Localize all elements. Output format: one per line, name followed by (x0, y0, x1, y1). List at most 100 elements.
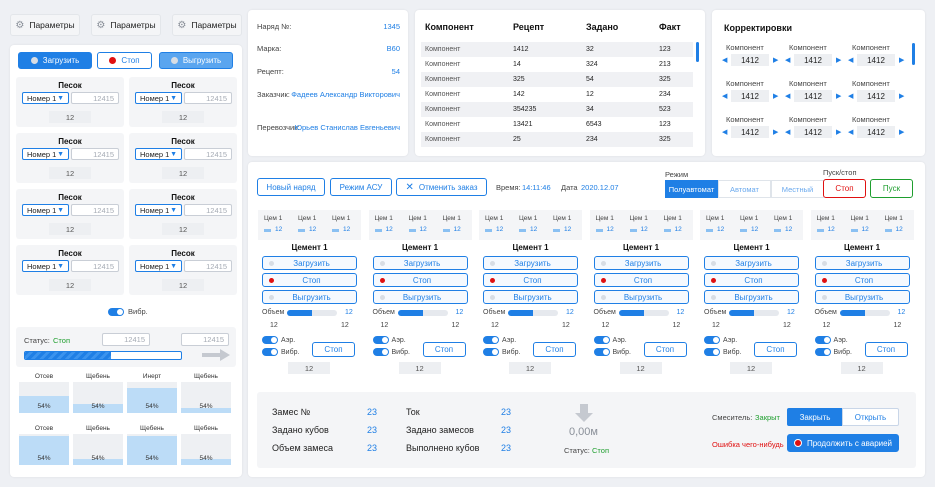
cement-stop-small-button[interactable]: Стоп (422, 342, 466, 357)
cement-stop-button[interactable]: Стоп (372, 273, 468, 287)
status-input-1[interactable]: 12415 (102, 333, 150, 346)
chevron-left-icon[interactable]: ◀ (722, 92, 727, 100)
cement-load-button[interactable]: Загрузить (262, 256, 357, 270)
unload-button[interactable]: Выгрузить (159, 52, 233, 69)
cement-aer-toggle-row[interactable]: Аэр. (593, 336, 627, 344)
toggle-switch[interactable] (593, 348, 610, 356)
components-scrollbar[interactable] (696, 42, 699, 62)
cement-unload-button[interactable]: Выгрузить (593, 290, 689, 304)
vibr-toggle-row[interactable]: Вибр. (108, 307, 148, 316)
correction-value[interactable]: 1412 (794, 54, 832, 66)
cement-load-button[interactable]: Загрузить (814, 256, 910, 270)
bunker-select[interactable]: Номер 1 ▼ (22, 204, 69, 216)
bunker-input[interactable]: 12415 (71, 148, 119, 160)
chevron-left-icon[interactable]: ◀ (848, 56, 853, 64)
cement-stop-small-button[interactable]: Стоп (533, 342, 576, 357)
cement-load-button[interactable]: Загрузить (483, 256, 578, 270)
toggle-switch[interactable] (483, 348, 499, 356)
cement-vibr-toggle-row[interactable]: Вибр. (704, 348, 741, 356)
cement-aer-toggle-row[interactable]: Аэр. (483, 336, 516, 344)
cement-vibr-toggle-row[interactable]: Вибр. (262, 348, 299, 356)
cement-stop-button[interactable]: Стоп (814, 273, 910, 287)
chevron-right-icon[interactable]: ▶ (836, 128, 841, 136)
table-row[interactable]: Компонент 25 234 325 (421, 132, 693, 147)
cement-unload-button[interactable]: Выгрузить (262, 290, 357, 304)
correction-value[interactable]: 1412 (857, 90, 895, 102)
cement-stop-small-button[interactable]: Стоп (864, 342, 908, 357)
bunker-input[interactable]: 12415 (184, 260, 232, 272)
bunker-input[interactable]: 12415 (184, 204, 232, 216)
load-button[interactable]: Загрузить (18, 52, 92, 69)
corrections-scrollbar[interactable] (912, 43, 915, 65)
asu-mode-button[interactable]: Режим АСУ (330, 178, 392, 196)
toggle-switch[interactable] (262, 348, 278, 356)
cement-vibr-toggle-row[interactable]: Вибр. (593, 348, 631, 356)
table-row[interactable]: Компонент 142 12 234 (421, 87, 693, 102)
cement-stop-small-button[interactable]: Стоп (312, 342, 355, 357)
table-row[interactable]: Компонент 14 324 213 (421, 57, 693, 72)
toggle-switch[interactable] (704, 348, 720, 356)
toggle-switch[interactable] (814, 348, 831, 356)
chevron-left-icon[interactable]: ◀ (848, 92, 853, 100)
cement-stop-small-button[interactable]: Стоп (754, 342, 797, 357)
mixer-open-button[interactable]: Открыть (842, 408, 899, 426)
correction-value[interactable]: 1412 (794, 90, 832, 102)
chevron-left-icon[interactable]: ◀ (722, 128, 727, 136)
new-order-button[interactable]: Новый наряд (257, 178, 325, 196)
chevron-right-icon[interactable]: ▶ (899, 56, 904, 64)
chevron-left-icon[interactable]: ◀ (785, 56, 790, 64)
stop-main-button[interactable]: Стоп (823, 179, 866, 198)
vibr-toggle[interactable] (108, 307, 124, 316)
toggle-switch[interactable] (814, 336, 831, 344)
status-input-2[interactable]: 12415 (181, 333, 229, 346)
cement-aer-toggle-row[interactable]: Аэр. (262, 336, 295, 344)
cement-unload-button[interactable]: Выгрузить (372, 290, 468, 304)
correction-value[interactable]: 1412 (857, 126, 895, 138)
toggle-switch[interactable] (483, 336, 499, 344)
bunker-select[interactable]: Номер 1 ▼ (135, 204, 182, 216)
cement-stop-button[interactable]: Стоп (704, 273, 799, 287)
mode-option[interactable]: Местный (771, 180, 824, 198)
chevron-right-icon[interactable]: ▶ (899, 92, 904, 100)
mode-option[interactable]: Автомат (718, 180, 771, 198)
start-main-button[interactable]: Пуск (870, 179, 913, 198)
bunker-select[interactable]: Номер 1 ▼ (22, 92, 69, 104)
cement-load-button[interactable]: Загрузить (593, 256, 689, 270)
cement-vibr-toggle-row[interactable]: Вибр. (814, 348, 852, 356)
chevron-right-icon[interactable]: ▶ (773, 56, 778, 64)
cement-aer-toggle-row[interactable]: Аэр. (704, 336, 737, 344)
chevron-left-icon[interactable]: ◀ (785, 92, 790, 100)
cement-load-button[interactable]: Загрузить (372, 256, 468, 270)
bunker-select[interactable]: Номер 1 ▼ (22, 260, 69, 272)
bunker-input[interactable]: 12415 (71, 260, 119, 272)
toggle-switch[interactable] (593, 336, 610, 344)
cement-stop-button[interactable]: Стоп (593, 273, 689, 287)
bunker-input[interactable]: 12415 (71, 92, 119, 104)
params-tab[interactable]: ⚙ Параметры (10, 14, 80, 36)
mixer-close-button[interactable]: Закрыть (787, 408, 843, 426)
cement-aer-toggle-row[interactable]: Аэр. (372, 336, 406, 344)
correction-value[interactable]: 1412 (857, 54, 895, 66)
correction-value[interactable]: 1412 (794, 126, 832, 138)
bunker-input[interactable]: 12415 (184, 92, 232, 104)
toggle-switch[interactable] (262, 336, 278, 344)
correction-value[interactable]: 1412 (731, 126, 769, 138)
cement-unload-button[interactable]: Выгрузить (704, 290, 799, 304)
chevron-right-icon[interactable]: ▶ (836, 56, 841, 64)
continue-with-fault-button[interactable]: Продолжить с аварией (787, 434, 899, 452)
chevron-right-icon[interactable]: ▶ (836, 92, 841, 100)
correction-value[interactable]: 1412 (731, 90, 769, 102)
cement-vibr-toggle-row[interactable]: Вибр. (483, 348, 520, 356)
table-row[interactable]: Компонент 1412 32 123 (421, 42, 693, 57)
table-row[interactable]: Компонент 325 54 325 (421, 72, 693, 87)
params-tab[interactable]: ⚙ Параметры (172, 14, 242, 36)
cement-stop-small-button[interactable]: Стоп (643, 342, 687, 357)
chevron-right-icon[interactable]: ▶ (773, 92, 778, 100)
mode-option[interactable]: Полуавтомат (665, 180, 718, 198)
correction-value[interactable]: 1412 (731, 54, 769, 66)
toggle-switch[interactable] (372, 348, 389, 356)
bunker-input[interactable]: 12415 (71, 204, 119, 216)
cement-stop-button[interactable]: Стоп (483, 273, 578, 287)
bunker-select[interactable]: Номер 1 ▼ (22, 148, 69, 160)
cement-unload-button[interactable]: Выгрузить (483, 290, 578, 304)
